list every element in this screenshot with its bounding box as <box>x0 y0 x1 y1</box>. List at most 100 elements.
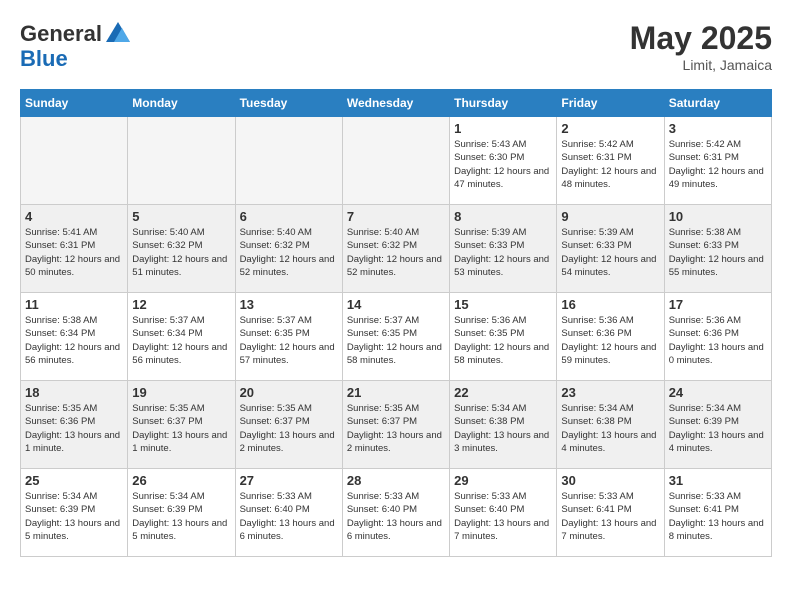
day-cell: 28 Sunrise: 5:33 AM Sunset: 6:40 PM Dayli… <box>342 469 449 557</box>
day-info: Sunrise: 5:38 AM Sunset: 6:33 PM Dayligh… <box>669 226 767 279</box>
day-cell: 11 Sunrise: 5:38 AM Sunset: 6:34 PM Dayli… <box>21 293 128 381</box>
day-number: 11 <box>25 297 123 312</box>
day-cell: 24Sunrise: 5:34 AM Sunset: 6:39 PM Dayli… <box>664 381 771 469</box>
day-cell: 8 Sunrise: 5:39 AM Sunset: 6:33 PM Daylig… <box>450 205 557 293</box>
day-number: 28 <box>347 473 445 488</box>
day-info: Sunrise: 5:35 AM Sunset: 6:36 PM Dayligh… <box>25 402 123 455</box>
day-cell <box>128 117 235 205</box>
day-info: Sunrise: 5:36 AM Sunset: 6:36 PM Dayligh… <box>561 314 659 367</box>
day-number: 25 <box>25 473 123 488</box>
day-cell: 23 Sunrise: 5:34 AM Sunset: 6:38 PM Dayli… <box>557 381 664 469</box>
day-number: 18 <box>25 385 123 400</box>
day-number: 23 <box>561 385 659 400</box>
day-number: 2 <box>561 121 659 136</box>
day-cell: 5Sunrise: 5:40 AM Sunset: 6:32 PM Daylig… <box>128 205 235 293</box>
month-year-title: May 2025 <box>630 20 772 57</box>
calendar-table: SundayMondayTuesdayWednesdayThursdayFrid… <box>20 89 772 557</box>
day-cell: 27 Sunrise: 5:33 AM Sunset: 6:40 PM Dayli… <box>235 469 342 557</box>
day-cell: 18 Sunrise: 5:35 AM Sunset: 6:36 PM Dayli… <box>21 381 128 469</box>
week-row-3: 11 Sunrise: 5:38 AM Sunset: 6:34 PM Dayli… <box>21 293 772 381</box>
logo-icon <box>104 20 132 48</box>
week-row-2: 4Sunrise: 5:41 AM Sunset: 6:31 PM Daylig… <box>21 205 772 293</box>
header-cell-friday: Friday <box>557 90 664 117</box>
day-cell: 2 Sunrise: 5:42 AM Sunset: 6:31 PM Daylig… <box>557 117 664 205</box>
day-info: Sunrise: 5:34 AM Sunset: 6:38 PM Dayligh… <box>561 402 659 455</box>
day-number: 12 <box>132 297 230 312</box>
day-cell: 20 Sunrise: 5:35 AM Sunset: 6:37 PM Dayli… <box>235 381 342 469</box>
logo: General Blue <box>20 20 132 71</box>
day-number: 8 <box>454 209 552 224</box>
header-row: SundayMondayTuesdayWednesdayThursdayFrid… <box>21 90 772 117</box>
day-info: Sunrise: 5:35 AM Sunset: 6:37 PM Dayligh… <box>240 402 338 455</box>
day-cell: 3 Sunrise: 5:42 AM Sunset: 6:31 PM Daylig… <box>664 117 771 205</box>
day-cell: 12Sunrise: 5:37 AM Sunset: 6:34 PM Dayli… <box>128 293 235 381</box>
day-info: Sunrise: 5:34 AM Sunset: 6:39 PM Dayligh… <box>132 490 230 543</box>
day-number: 31 <box>669 473 767 488</box>
day-number: 14 <box>347 297 445 312</box>
day-cell: 31Sunrise: 5:33 AM Sunset: 6:41 PM Dayli… <box>664 469 771 557</box>
day-number: 22 <box>454 385 552 400</box>
day-cell: 14 Sunrise: 5:37 AM Sunset: 6:35 PM Dayli… <box>342 293 449 381</box>
day-cell: 19 Sunrise: 5:35 AM Sunset: 6:37 PM Dayli… <box>128 381 235 469</box>
day-number: 9 <box>561 209 659 224</box>
day-info: Sunrise: 5:39 AM Sunset: 6:33 PM Dayligh… <box>561 226 659 279</box>
day-number: 7 <box>347 209 445 224</box>
day-number: 29 <box>454 473 552 488</box>
day-cell: 9 Sunrise: 5:39 AM Sunset: 6:33 PM Daylig… <box>557 205 664 293</box>
day-info: Sunrise: 5:43 AM Sunset: 6:30 PM Dayligh… <box>454 138 552 191</box>
day-number: 3 <box>669 121 767 136</box>
day-number: 15 <box>454 297 552 312</box>
day-info: Sunrise: 5:40 AM Sunset: 6:32 PM Dayligh… <box>132 226 230 279</box>
page-header: General Blue May 2025 Limit, Jamaica <box>20 20 772 73</box>
header-cell-thursday: Thursday <box>450 90 557 117</box>
day-cell: 26 Sunrise: 5:34 AM Sunset: 6:39 PM Dayli… <box>128 469 235 557</box>
day-info: Sunrise: 5:35 AM Sunset: 6:37 PM Dayligh… <box>347 402 445 455</box>
day-info: Sunrise: 5:33 AM Sunset: 6:41 PM Dayligh… <box>561 490 659 543</box>
day-number: 20 <box>240 385 338 400</box>
day-cell: 29 Sunrise: 5:33 AM Sunset: 6:40 PM Dayli… <box>450 469 557 557</box>
day-info: Sunrise: 5:34 AM Sunset: 6:39 PM Dayligh… <box>669 402 767 455</box>
day-info: Sunrise: 5:33 AM Sunset: 6:40 PM Dayligh… <box>454 490 552 543</box>
day-cell: 16 Sunrise: 5:36 AM Sunset: 6:36 PM Dayli… <box>557 293 664 381</box>
day-number: 1 <box>454 121 552 136</box>
day-cell: 4Sunrise: 5:41 AM Sunset: 6:31 PM Daylig… <box>21 205 128 293</box>
day-number: 27 <box>240 473 338 488</box>
day-cell <box>235 117 342 205</box>
day-cell: 10Sunrise: 5:38 AM Sunset: 6:33 PM Dayli… <box>664 205 771 293</box>
week-row-4: 18 Sunrise: 5:35 AM Sunset: 6:36 PM Dayli… <box>21 381 772 469</box>
day-cell: 7 Sunrise: 5:40 AM Sunset: 6:32 PM Daylig… <box>342 205 449 293</box>
day-cell: 25Sunrise: 5:34 AM Sunset: 6:39 PM Dayli… <box>21 469 128 557</box>
day-info: Sunrise: 5:33 AM Sunset: 6:40 PM Dayligh… <box>347 490 445 543</box>
day-info: Sunrise: 5:42 AM Sunset: 6:31 PM Dayligh… <box>669 138 767 191</box>
header-cell-wednesday: Wednesday <box>342 90 449 117</box>
day-info: Sunrise: 5:37 AM Sunset: 6:35 PM Dayligh… <box>347 314 445 367</box>
day-cell: 6Sunrise: 5:40 AM Sunset: 6:32 PM Daylig… <box>235 205 342 293</box>
day-cell: 17 Sunrise: 5:36 AM Sunset: 6:36 PM Dayli… <box>664 293 771 381</box>
day-info: Sunrise: 5:36 AM Sunset: 6:35 PM Dayligh… <box>454 314 552 367</box>
day-info: Sunrise: 5:35 AM Sunset: 6:37 PM Dayligh… <box>132 402 230 455</box>
day-number: 19 <box>132 385 230 400</box>
title-block: May 2025 Limit, Jamaica <box>630 20 772 73</box>
day-info: Sunrise: 5:37 AM Sunset: 6:35 PM Dayligh… <box>240 314 338 367</box>
day-cell: 30 Sunrise: 5:33 AM Sunset: 6:41 PM Dayli… <box>557 469 664 557</box>
day-number: 16 <box>561 297 659 312</box>
day-number: 17 <box>669 297 767 312</box>
header-cell-sunday: Sunday <box>21 90 128 117</box>
day-info: Sunrise: 5:42 AM Sunset: 6:31 PM Dayligh… <box>561 138 659 191</box>
day-info: Sunrise: 5:38 AM Sunset: 6:34 PM Dayligh… <box>25 314 123 367</box>
day-info: Sunrise: 5:36 AM Sunset: 6:36 PM Dayligh… <box>669 314 767 367</box>
day-number: 6 <box>240 209 338 224</box>
day-cell: 13Sunrise: 5:37 AM Sunset: 6:35 PM Dayli… <box>235 293 342 381</box>
logo-blue-text: Blue <box>20 46 68 71</box>
header-cell-monday: Monday <box>128 90 235 117</box>
day-cell: 22Sunrise: 5:34 AM Sunset: 6:38 PM Dayli… <box>450 381 557 469</box>
day-cell: 15 Sunrise: 5:36 AM Sunset: 6:35 PM Dayli… <box>450 293 557 381</box>
week-row-5: 25 Sunrise: 5:34 AM Sunset: 6:39 PM Dayli… <box>21 469 772 557</box>
day-info: Sunrise: 5:39 AM Sunset: 6:33 PM Dayligh… <box>454 226 552 279</box>
day-info: Sunrise: 5:40 AM Sunset: 6:32 PM Dayligh… <box>347 226 445 279</box>
day-number: 30 <box>561 473 659 488</box>
day-info: Sunrise: 5:33 AM Sunset: 6:40 PM Dayligh… <box>240 490 338 543</box>
day-number: 26 <box>132 473 230 488</box>
day-cell <box>21 117 128 205</box>
header-cell-tuesday: Tuesday <box>235 90 342 117</box>
